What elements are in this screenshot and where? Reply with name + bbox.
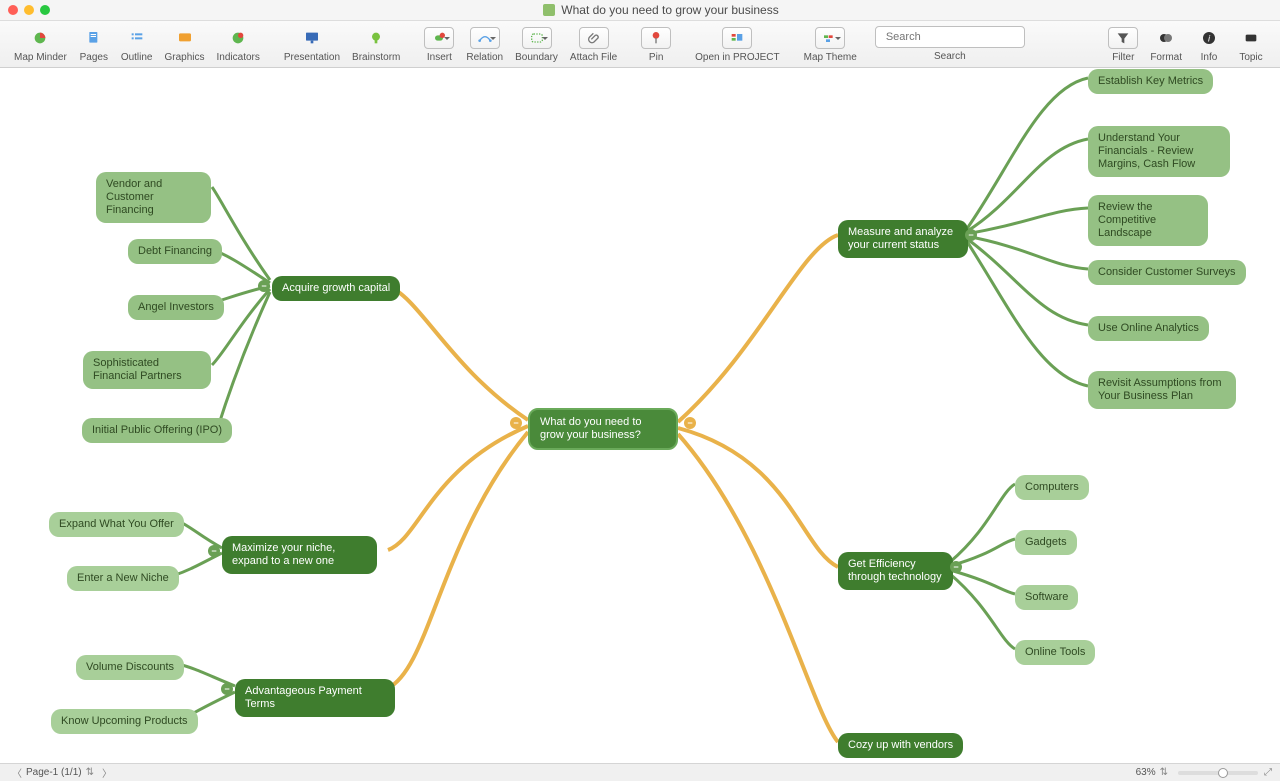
search-input[interactable]: [886, 31, 1028, 43]
branch-vendors[interactable]: Cozy up with vendors: [838, 733, 963, 758]
toggle-capital[interactable]: −: [258, 280, 270, 292]
branch-payment-label: Advantageous Payment Terms: [245, 685, 362, 710]
toggle-payment[interactable]: −: [221, 683, 233, 695]
window-title: What do you need to grow your business: [50, 3, 1272, 17]
zoom-stepper-icon[interactable]: ⇅: [1156, 767, 1172, 778]
attachfile-button[interactable]: Attach File: [564, 25, 623, 63]
leaf-upcomingproducts[interactable]: Know Upcoming Products: [51, 709, 198, 734]
titlebar: What do you need to grow your business: [0, 0, 1280, 21]
toggle-root-right[interactable]: −: [684, 417, 696, 429]
zoom-thumb[interactable]: [1218, 768, 1228, 778]
search-box[interactable]: [875, 26, 1025, 48]
format-button[interactable]: Format: [1144, 25, 1188, 63]
info-button[interactable]: i Info: [1188, 25, 1230, 63]
openproject-button[interactable]: Open in PROJECT: [689, 25, 785, 63]
leaf-financialpartners[interactable]: Sophisticated Financial Partners: [83, 351, 211, 389]
maptheme-button[interactable]: Map Theme: [798, 25, 863, 63]
indicators-label: Indicators: [217, 52, 260, 63]
branch-niche-label: Maximize your niche, expand to a new one: [232, 542, 335, 567]
leaf-financials[interactable]: Understand Your Financials - Review Marg…: [1088, 126, 1230, 177]
topic-button[interactable]: Topic: [1230, 25, 1272, 63]
leaf-computers[interactable]: Computers: [1015, 475, 1089, 500]
branch-measure[interactable]: Measure and analyze your current status: [838, 220, 968, 258]
outline-label: Outline: [121, 52, 153, 63]
graphics-button[interactable]: Graphics: [159, 25, 211, 63]
window-controls: [8, 5, 50, 15]
pin-button[interactable]: Pin: [635, 25, 677, 63]
doc-icon: [543, 4, 555, 16]
toggle-measure[interactable]: −: [965, 229, 977, 241]
zoom-slider[interactable]: [1178, 771, 1258, 775]
search-label: Search: [934, 51, 966, 62]
root-node[interactable]: What do you need to grow your business?: [528, 408, 678, 450]
leaf-expandoffer[interactable]: Expand What You Offer: [49, 512, 184, 537]
leaf-metrics[interactable]: Establish Key Metrics: [1088, 69, 1213, 94]
toolbar: Map Minder Pages Outline Graphics Indica…: [0, 21, 1280, 68]
branch-niche[interactable]: Maximize your niche, expand to a new one: [222, 536, 377, 574]
brainstorm-button[interactable]: Brainstorm: [346, 25, 406, 63]
relation-label: Relation: [466, 52, 503, 63]
page-indicator[interactable]: Page-1 (1/1): [26, 767, 82, 778]
leaf-gadgets[interactable]: Gadgets: [1015, 530, 1077, 555]
toggle-root-left[interactable]: −: [510, 417, 522, 429]
leaf-analytics[interactable]: Use Online Analytics: [1088, 316, 1209, 341]
openproject-label: Open in PROJECT: [695, 52, 779, 63]
presentation-label: Presentation: [284, 52, 340, 63]
insert-label: Insert: [427, 52, 452, 63]
filter-label: Filter: [1112, 52, 1134, 63]
topic-label: Topic: [1239, 52, 1262, 63]
leaf-volumediscounts[interactable]: Volume Discounts: [76, 655, 184, 680]
next-page-button[interactable]: 〉: [98, 765, 116, 780]
info-label: Info: [1201, 52, 1218, 63]
leaf-angel[interactable]: Angel Investors: [128, 295, 224, 320]
maptheme-label: Map Theme: [804, 52, 857, 63]
indicators-button[interactable]: Indicators: [211, 25, 266, 63]
pages-button[interactable]: Pages: [73, 25, 115, 63]
leaf-ipo[interactable]: Initial Public Offering (IPO): [82, 418, 232, 443]
minimize-icon[interactable]: [24, 5, 34, 15]
branch-capital[interactable]: Acquire growth capital: [272, 276, 400, 301]
leaf-surveys[interactable]: Consider Customer Surveys: [1088, 260, 1246, 285]
toggle-efficiency[interactable]: −: [950, 561, 962, 573]
outline-button[interactable]: Outline: [115, 25, 159, 63]
fullscreen-icon[interactable]: ⤢: [1264, 767, 1272, 778]
zoom-icon[interactable]: [40, 5, 50, 15]
branch-measure-label: Measure and analyze your current status: [848, 226, 953, 251]
mapminder-label: Map Minder: [14, 52, 67, 63]
zoom-value: 63%: [1136, 767, 1156, 778]
mapminder-button[interactable]: Map Minder: [8, 25, 73, 63]
relation-button[interactable]: Relation: [460, 25, 509, 63]
window-title-text: What do you need to grow your business: [561, 3, 778, 17]
pin-label: Pin: [649, 52, 663, 63]
graphics-label: Graphics: [165, 52, 205, 63]
page-stepper-icon[interactable]: ⇅: [82, 767, 98, 778]
filter-button[interactable]: Filter: [1102, 25, 1144, 63]
leaf-vendorfinancing[interactable]: Vendor and Customer Financing: [96, 172, 211, 223]
branch-capital-label: Acquire growth capital: [282, 282, 390, 294]
presentation-button[interactable]: Presentation: [278, 25, 346, 63]
leaf-assumptions[interactable]: Revisit Assumptions from Your Business P…: [1088, 371, 1236, 409]
branch-efficiency-label: Get Efficiency through technology: [848, 558, 942, 583]
brainstorm-label: Brainstorm: [352, 52, 400, 63]
leaf-newniche[interactable]: Enter a New Niche: [67, 566, 179, 591]
attachfile-label: Attach File: [570, 52, 617, 63]
insert-button[interactable]: Insert: [418, 25, 460, 63]
leaf-onlinetools[interactable]: Online Tools: [1015, 640, 1095, 665]
leaf-software[interactable]: Software: [1015, 585, 1078, 610]
leaf-debtfinancing[interactable]: Debt Financing: [128, 239, 222, 264]
close-icon[interactable]: [8, 5, 18, 15]
toggle-niche[interactable]: −: [208, 545, 220, 557]
format-label: Format: [1150, 52, 1182, 63]
branch-efficiency[interactable]: Get Efficiency through technology: [838, 552, 953, 590]
boundary-label: Boundary: [515, 52, 558, 63]
branch-payment[interactable]: Advantageous Payment Terms: [235, 679, 395, 717]
leaf-competitive[interactable]: Review the Competitive Landscape: [1088, 195, 1208, 246]
prev-page-button[interactable]: 〈: [8, 765, 26, 780]
branch-vendors-label: Cozy up with vendors: [848, 739, 953, 751]
root-label: What do you need to grow your business?: [540, 416, 642, 441]
statusbar: 〈 Page-1 (1/1) ⇅ 〉 63% ⇅ ⤢: [0, 763, 1280, 781]
pages-label: Pages: [80, 52, 108, 63]
boundary-button[interactable]: Boundary: [509, 25, 564, 63]
mindmap-canvas[interactable]: What do you need to grow your business? …: [0, 68, 1280, 763]
